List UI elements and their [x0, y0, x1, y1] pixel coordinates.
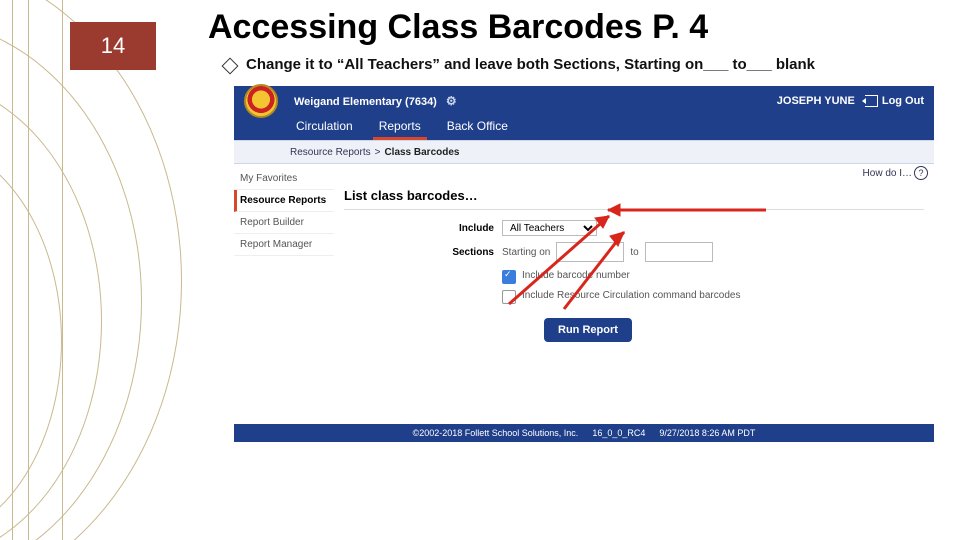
- slide-title: Accessing Class Barcodes P. 4: [208, 8, 708, 47]
- app-screenshot: Weigand Elementary (7634) ⚙ JOSEPH YUNE …: [214, 86, 934, 466]
- tab-circulation[interactable]: Circulation: [290, 115, 359, 140]
- breadcrumb: Resource Reports > Class Barcodes: [234, 140, 934, 164]
- logout-icon: [865, 95, 878, 107]
- how-do-i-link[interactable]: How do I…?: [863, 166, 928, 180]
- app-header: Weigand Elementary (7634) ⚙ JOSEPH YUNE …: [234, 86, 934, 116]
- slide-bullet: Change it to “All Teachers” and leave bo…: [224, 56, 815, 73]
- slide-number-badge: 14: [70, 22, 156, 70]
- run-report-button[interactable]: Run Report: [544, 318, 632, 342]
- sidebar-item-favorites[interactable]: My Favorites: [234, 168, 334, 190]
- sidebar-item-report-builder[interactable]: Report Builder: [234, 212, 334, 234]
- nav-tabs: Circulation Reports Back Office: [234, 116, 934, 140]
- side-nav: My Favorites Resource Reports Report Bui…: [234, 164, 334, 424]
- breadcrumb-current: Class Barcodes: [384, 147, 459, 158]
- user-name: JOSEPH YUNE: [777, 95, 855, 107]
- bullet-icon: [222, 57, 239, 74]
- footer-copyright: ©2002-2018 Follett School Solutions, Inc…: [413, 428, 579, 438]
- bullet-text: Change it to “All Teachers” and leave bo…: [246, 56, 815, 73]
- breadcrumb-parent[interactable]: Resource Reports: [290, 147, 371, 158]
- annotation-arrow-2: [554, 214, 674, 314]
- help-icon: ?: [914, 166, 928, 180]
- gear-icon[interactable]: ⚙: [446, 94, 457, 108]
- include-label: Include: [344, 223, 502, 234]
- sidebar-item-report-manager[interactable]: Report Manager: [234, 234, 334, 256]
- tab-reports[interactable]: Reports: [373, 115, 427, 140]
- footer-timestamp: 9/27/2018 8:26 AM PDT: [659, 428, 755, 438]
- slide-decor-left: [0, 0, 180, 540]
- sections-label: Sections: [344, 247, 502, 258]
- school-name: Weigand Elementary (7634) ⚙: [294, 94, 777, 108]
- app-footer: ©2002-2018 Follett School Solutions, Inc…: [234, 424, 934, 442]
- logout-button[interactable]: Log Out: [865, 95, 924, 107]
- school-logo-icon: [244, 84, 278, 118]
- tab-back-office[interactable]: Back Office: [441, 115, 514, 140]
- annotation-arrow-3: [596, 200, 776, 220]
- sidebar-item-resource-reports[interactable]: Resource Reports: [234, 190, 334, 212]
- main-panel: How do I…? List class barcodes… Include …: [334, 164, 934, 424]
- footer-version: 16_0_0_RC4: [592, 428, 645, 438]
